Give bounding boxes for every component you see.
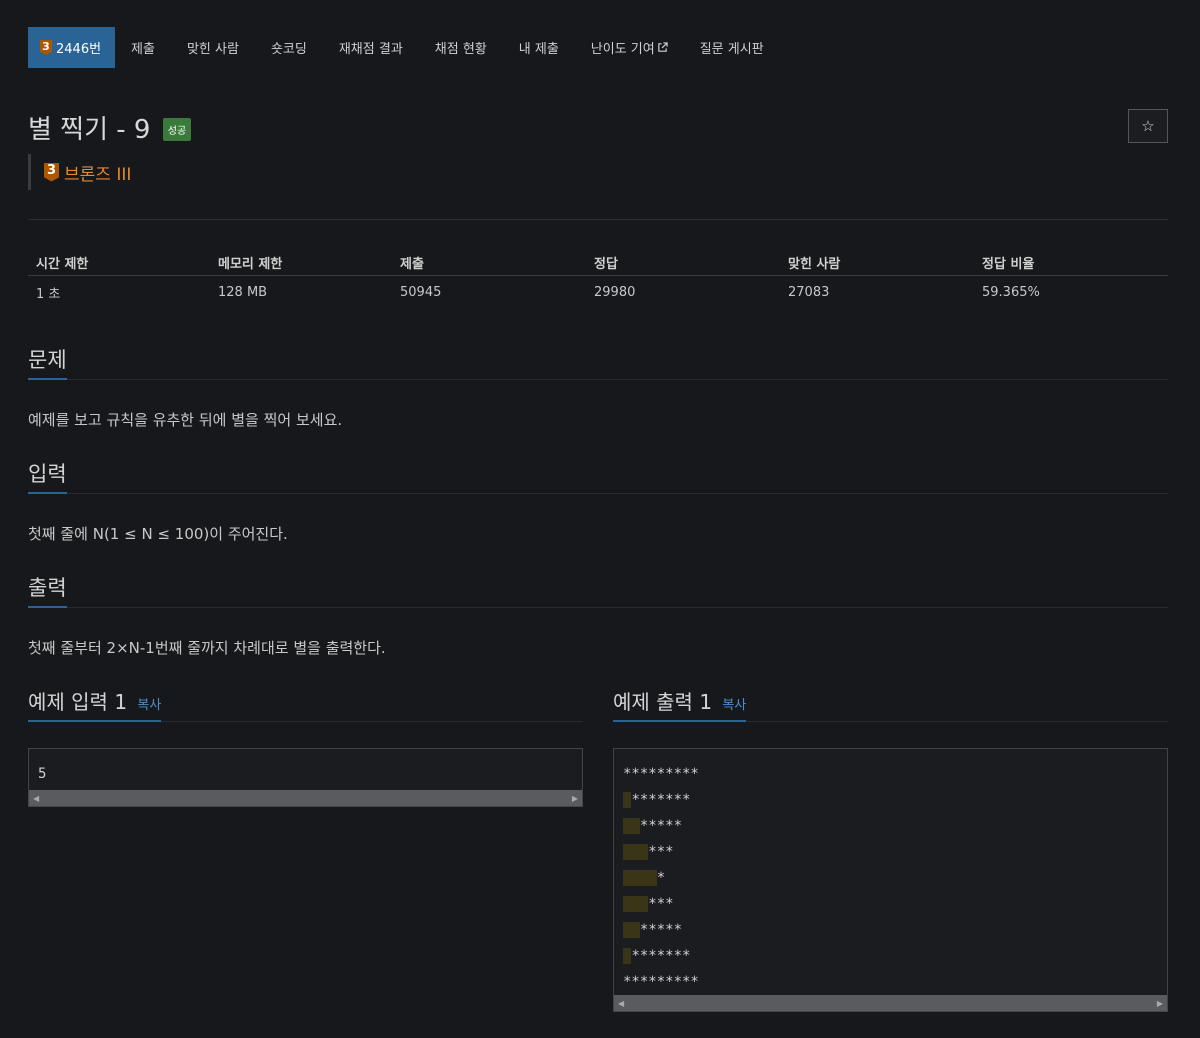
section-description-text: 예제를 보고 규칙을 유추한 뒤에 별을 찍어 보세요. (28, 411, 343, 429)
copy-sample-input-link[interactable]: 복사 (137, 698, 161, 713)
problem-page: 3 2446번 제출 맞힌 사람 숏코딩 재채점 결과 채점 현황 내 제출 난… (28, 27, 1168, 1012)
info-value-row: 1 초 128 MB 50945 29980 27083 59.365% (28, 275, 1168, 309)
header-correct-ratio: 정답 비율 (974, 245, 1168, 276)
nav-tab-difficulty-contribution[interactable]: 난이도 기여 (575, 27, 684, 68)
stars-text: *** (648, 844, 674, 860)
output-line: ***** (623, 917, 1158, 943)
header-time-limit: 시간 제한 (28, 245, 210, 276)
output-line: * (623, 865, 1158, 891)
section-output-header: 출력 (28, 570, 1168, 608)
external-link-icon (657, 42, 668, 52)
stars-text: *** (648, 896, 674, 912)
stars-text: ***** (639, 922, 683, 938)
leading-spaces-highlight (623, 818, 640, 834)
header-solved-users: 맞힌 사람 (780, 245, 974, 276)
page-title: 별 찍기 - 9 성공 (28, 109, 192, 146)
output-line: ********* (623, 969, 1158, 995)
leading-spaces-highlight (623, 922, 640, 938)
nav-problem-number: 2446번 (56, 42, 102, 57)
scroll-right-icon[interactable]: ▶ (572, 794, 578, 803)
info-header-row: 시간 제한 메모리 제한 제출 정답 맞힌 사람 정답 비율 (28, 245, 1168, 276)
output-line: ***** (623, 813, 1158, 839)
scroll-left-icon[interactable]: ◀ (618, 999, 624, 1008)
sample-input-header: 예제 입력 1 복사 (28, 686, 583, 722)
bronze-tier-icon: 3 (44, 162, 59, 182)
sample-output-heading: 예제 출력 1 복사 (613, 686, 747, 722)
stars-text: ******* (631, 948, 691, 964)
header-submissions: 제출 (392, 245, 586, 276)
value-memory-limit: 128 MB (218, 284, 268, 300)
bronze-tier-icon: 3 (40, 40, 52, 55)
favorite-star-button[interactable]: ☆ (1128, 109, 1168, 143)
problem-nav: 3 2446번 제출 맞힌 사람 숏코딩 재채점 결과 채점 현황 내 제출 난… (28, 27, 1168, 68)
header-correct: 정답 (586, 245, 780, 276)
horizontal-scrollbar[interactable]: ◀ ▶ (29, 790, 582, 806)
sample-output-header: 예제 출력 1 복사 (613, 686, 1168, 722)
scroll-right-icon[interactable]: ▶ (1157, 999, 1163, 1008)
stars-text: ********* (623, 974, 699, 990)
scroll-left-icon[interactable]: ◀ (33, 794, 39, 803)
nav-tab-problem[interactable]: 3 2446번 (28, 27, 116, 68)
output-line: ********* (623, 761, 1158, 787)
nav-tab-rejudge-results[interactable]: 재채점 결과 (323, 27, 419, 68)
nav-tab-submit[interactable]: 제출 (115, 27, 171, 68)
leading-spaces-highlight (623, 870, 657, 886)
section-input-text: 첫째 줄에 N(1 ≤ N ≤ 100)이 주어진다. (28, 525, 288, 543)
section-output-text: 첫째 줄부터 2×N-1번째 줄까지 차례대로 별을 출력한다. (28, 639, 386, 657)
title-row: 별 찍기 - 9 성공 ☆ (28, 109, 1168, 149)
output-line: ******* (623, 943, 1158, 969)
section-output-title: 출력 (28, 570, 67, 608)
output-line: *** (623, 839, 1158, 865)
sample-input-heading: 예제 입력 1 복사 (28, 686, 162, 722)
stars-text: * (656, 870, 666, 886)
value-correct: 29980 (594, 284, 636, 300)
stars-text: ***** (639, 818, 683, 834)
section-input-header: 입력 (28, 456, 1168, 494)
sample-output-title: 예제 출력 1 (613, 690, 713, 714)
output-line: *** (623, 891, 1158, 917)
section-description-title: 문제 (28, 342, 67, 380)
nav-tab-my-submissions[interactable]: 내 제출 (503, 27, 575, 68)
leading-spaces-highlight (623, 844, 649, 860)
star-icon: ☆ (1141, 117, 1155, 135)
sample-output-box[interactable]: ********* ******* ***** *** * *** ***** … (613, 748, 1168, 1012)
header-memory-limit: 메모리 제한 (210, 245, 392, 276)
section-description-header: 문제 (28, 342, 1168, 380)
nav-difficulty-label: 난이도 기여 (590, 42, 655, 57)
stars-text: ********* (623, 766, 699, 782)
sample-output-content: ********* ******* ***** *** * *** ***** … (614, 749, 1167, 1001)
status-badge: 성공 (162, 118, 192, 141)
problem-title: 별 찍기 - 9 (28, 115, 151, 145)
section-input-title: 입력 (28, 456, 67, 494)
copy-sample-output-link[interactable]: 복사 (722, 698, 746, 713)
value-correct-ratio: 59.365% (982, 284, 1040, 300)
nav-tab-qna-board[interactable]: 질문 게시판 (684, 27, 780, 68)
nav-tab-solved-users[interactable]: 맞힌 사람 (171, 27, 255, 68)
sample-input-title: 예제 입력 1 (28, 690, 128, 714)
divider (28, 219, 1168, 220)
nav-tab-short-coding[interactable]: 숏코딩 (255, 27, 323, 68)
sample-input-content: 5 (38, 766, 47, 782)
nav-tab-judge-status[interactable]: 채점 현황 (419, 27, 503, 68)
stars-text: ******* (631, 792, 691, 808)
value-submissions: 50945 (400, 284, 442, 300)
problem-info-table: 시간 제한 메모리 제한 제출 정답 맞힌 사람 정답 비율 1 초 128 M… (28, 245, 1168, 309)
output-line: ******* (623, 787, 1158, 813)
horizontal-scrollbar[interactable]: ◀ ▶ (614, 995, 1167, 1011)
value-solved-users: 27083 (788, 284, 830, 300)
leading-spaces-highlight (623, 896, 649, 912)
tier-name: 브론즈 III (64, 164, 132, 185)
sample-input-box[interactable]: 5 ◀ ▶ (28, 748, 583, 807)
value-time-limit: 1 초 (36, 286, 61, 302)
problem-tier[interactable]: 3 브론즈 III (28, 154, 131, 190)
